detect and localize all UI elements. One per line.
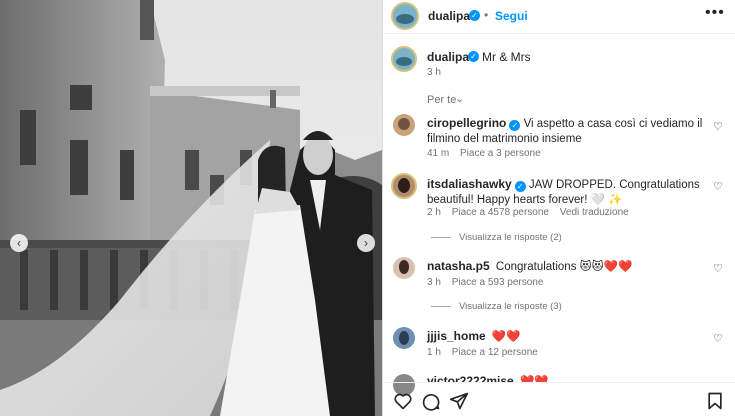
- comment-body: ciropellegrino ✓ Vi aspetto a casa così c…: [427, 116, 707, 147]
- comment-username[interactable]: ciropellegrino: [427, 116, 506, 130]
- view-replies-button[interactable]: Visualizza le risposte (3): [431, 301, 562, 312]
- comment-text: ❤️❤️: [491, 331, 521, 343]
- more-options-icon[interactable]: •••: [705, 4, 725, 22]
- comment-meta: 41 m Piace a 3 persone: [427, 148, 549, 159]
- comment-icon[interactable]: [421, 391, 441, 411]
- view-replies-label: Visualizza le risposte (3): [459, 301, 562, 312]
- comment-likes[interactable]: Piace a 12 persone: [452, 347, 538, 358]
- author-avatar[interactable]: [391, 2, 419, 30]
- comment-like-heart-icon[interactable]: ♡: [713, 180, 723, 193]
- comment-avatar[interactable]: [393, 114, 415, 136]
- comment-body: jjjis_home ❤️❤️: [427, 329, 707, 345]
- caption-avatar[interactable]: [391, 46, 417, 72]
- comment-meta: 1 h Piace a 12 persone: [427, 347, 546, 358]
- comment-time: 3 h: [427, 277, 441, 288]
- for-you-label[interactable]: Per te: [427, 94, 456, 106]
- comment-username[interactable]: itsdaliashawky: [427, 177, 512, 191]
- view-replies-label: Visualizza le risposte (2): [459, 232, 562, 243]
- wedding-photo: [0, 0, 382, 416]
- comment-time: 1 h: [427, 347, 441, 358]
- verified-badge-icon: ✓: [468, 51, 479, 62]
- comment-likes[interactable]: Piace a 3 persone: [460, 148, 541, 159]
- share-icon[interactable]: [449, 391, 469, 411]
- comment-username[interactable]: victor2222mise: [427, 374, 514, 382]
- comment-body: natasha.p5 Congratulations 😻😻❤️❤️: [427, 259, 707, 275]
- post-header: dualipa ✓ • Segui •••: [383, 0, 735, 34]
- comment-avatar[interactable]: [393, 257, 415, 279]
- verified-badge-icon: ✓: [469, 10, 480, 21]
- heart-icon[interactable]: [393, 391, 413, 411]
- comment-body: victor2222mise ❤️❤️: [427, 374, 707, 382]
- caption-time: 3 h: [427, 67, 441, 78]
- caption-text: Mr & Mrs: [482, 50, 531, 64]
- previous-photo-button[interactable]: ‹: [10, 234, 28, 252]
- separator-dot: •: [484, 8, 489, 22]
- comment-like-heart-icon[interactable]: ♡: [713, 120, 723, 133]
- action-bar: [383, 382, 735, 416]
- comment-likes[interactable]: Piace a 4578 persone: [452, 207, 549, 218]
- comment-time: 41 m: [427, 148, 450, 159]
- comment-like-heart-icon[interactable]: ♡: [713, 262, 723, 275]
- comment-username[interactable]: jjjis_home: [427, 329, 486, 343]
- post-sidebar: dualipa ✓ • Segui ••• dualipa ✓ Mr & Mrs…: [383, 0, 735, 416]
- comment-text: Congratulations 😻😻❤️❤️: [495, 261, 633, 273]
- post-photo: ‹ ›: [0, 0, 382, 416]
- bookmark-icon[interactable]: [705, 391, 725, 411]
- comment-meta: 2 h Piace a 4578 persone Vedi traduzione: [427, 207, 637, 218]
- replies-line: [431, 305, 451, 307]
- comment-avatar[interactable]: [393, 327, 415, 349]
- comment-avatar[interactable]: [391, 173, 417, 199]
- verified-badge-icon: ✓: [514, 181, 526, 192]
- comment-like-heart-icon[interactable]: ♡: [713, 332, 723, 345]
- view-replies-button[interactable]: Visualizza le risposte (2): [431, 232, 562, 243]
- comment-body: itsdaliashawky ✓ JAW DROPPED. Congratulat…: [427, 177, 707, 208]
- chevron-down-icon[interactable]: ⌄: [455, 92, 464, 105]
- next-photo-button[interactable]: ›: [357, 234, 375, 252]
- follow-button[interactable]: Segui: [495, 9, 528, 23]
- comment-time: 2 h: [427, 207, 441, 218]
- comment-username[interactable]: natasha.p5: [427, 259, 490, 273]
- see-translation-link[interactable]: Vedi traduzione: [560, 207, 629, 218]
- replies-line: [431, 236, 451, 238]
- comment-meta: 3 h Piace a 593 persone: [427, 277, 551, 288]
- author-username[interactable]: dualipa: [428, 9, 470, 23]
- verified-badge-icon: ✓: [509, 120, 521, 131]
- comment-likes[interactable]: Piace a 593 persone: [452, 277, 544, 288]
- caption-username[interactable]: dualipa: [427, 50, 469, 64]
